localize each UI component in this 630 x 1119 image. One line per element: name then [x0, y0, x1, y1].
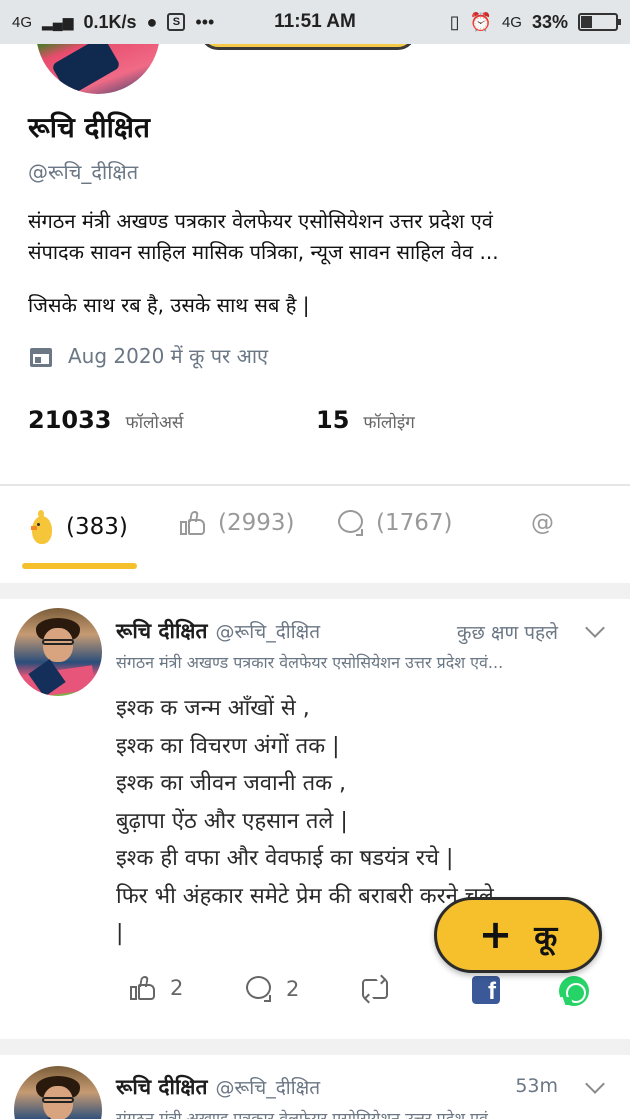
comment-button[interactable]: 2	[246, 976, 299, 1002]
tab-likes[interactable]: (2993)	[180, 510, 294, 536]
whatsapp-share-button[interactable]	[559, 976, 589, 1006]
joined-text: Aug 2020 में कू पर आए	[68, 344, 269, 368]
battery-icon	[578, 13, 621, 31]
whatsapp-icon	[559, 976, 589, 1006]
section-gap	[0, 1039, 630, 1055]
post-author-line[interactable]: रूचि दीक्षित @रूचि_दीक्षित	[116, 617, 320, 645]
bio-line: संपादक सावन साहिल मासिक पत्रिका, न्यूज स…	[28, 240, 499, 264]
koo-post[interactable]: रूचि दीक्षित @रूचि_दीक्षित 53m संगठन मंत…	[0, 1055, 630, 1119]
tab-label: (1767)	[376, 510, 453, 536]
post-line: इश्क ही वफा और वेवफाई का षडयंत्र रचे |	[116, 846, 454, 871]
joined-date: Aug 2020 में कू पर आए	[28, 342, 268, 369]
s-app-icon: S	[167, 13, 186, 31]
signal-bars-icon: ▂▄▆	[42, 13, 74, 30]
active-tab-indicator	[22, 563, 137, 569]
vibrate-icon: ▯	[449, 11, 460, 32]
profile-stats: 21033 फॉलोअर्स 15 फॉलोइंग	[28, 406, 415, 434]
comment-icon	[246, 976, 272, 1002]
facebook-icon: f	[472, 976, 500, 1004]
post-author-bio: संगठन मंत्री अखण्ड पत्रकार वेलफेयर एसोसि…	[116, 653, 504, 672]
plus-icon: +	[478, 912, 513, 958]
tab-label: (383)	[66, 514, 128, 540]
rekoo-icon	[360, 974, 390, 1004]
post-author-handle: @रूचि_दीक्षित	[215, 621, 321, 643]
profile-motto: जिसके साथ रब है, उसके साथ सब है |	[28, 293, 310, 317]
post-line: इश्क का विचरण अंगों तक |	[116, 733, 340, 759]
post-avatar[interactable]	[14, 1066, 102, 1119]
profile-bio[interactable]: संगठन मंत्री अखण्ड पत्रकार वेलफेयर एसोसि…	[28, 206, 603, 268]
post-time: कुछ क्षण पहले	[456, 622, 558, 644]
post-author-bio: संगठन मंत्री अखण्ड पत्रकार वेलफेयर एसोसि…	[116, 1109, 504, 1119]
like-button[interactable]: 2	[130, 976, 183, 1000]
post-actions: 2 2 f	[0, 974, 630, 1016]
compose-label: कू	[534, 919, 558, 955]
tab-mentions[interactable]: @	[531, 510, 554, 536]
post-author-name: रूचि दीक्षित	[116, 619, 208, 643]
message-icon: ●	[146, 11, 158, 32]
facebook-share-button[interactable]: f	[472, 976, 500, 1004]
battery-percent: 33%	[531, 11, 568, 32]
compose-koo-button[interactable]: + कू	[434, 897, 602, 973]
tab-comments[interactable]: (1767)	[338, 510, 452, 536]
comment-count: 2	[286, 977, 300, 1001]
post-line: बुढ़ापा ऐंठ और एहसान तले |	[116, 808, 348, 834]
followers-stat[interactable]: 21033 फॉलोअर्स	[28, 406, 183, 434]
thumbs-up-icon	[130, 976, 156, 1000]
following-label: फॉलोइंग	[363, 413, 415, 433]
following-count: 15	[316, 406, 350, 434]
profile-handle: @रूचि_दीक्षित	[28, 160, 139, 184]
profile-tabs: (383) (2993) (1767) @	[0, 500, 630, 568]
post-author-handle: @रूचि_दीक्षित	[215, 1077, 321, 1099]
chevron-down-icon[interactable]	[585, 618, 605, 638]
calendar-icon	[30, 345, 52, 367]
network-speed: 0.1K/s	[83, 11, 137, 32]
bio-line: संगठन मंत्री अखण्ड पत्रकार वेलफेयर एसोसि…	[28, 209, 493, 233]
more-icon: •••	[195, 11, 215, 32]
tab-koos[interactable]: (383)	[30, 510, 128, 544]
post-author-name: रूचि दीक्षित	[116, 1075, 208, 1099]
mention-icon: @	[531, 510, 554, 536]
chevron-down-icon[interactable]	[585, 1074, 605, 1094]
koo-chick-icon	[30, 510, 54, 544]
followers-count: 21033	[28, 406, 112, 434]
rekoo-button[interactable]	[360, 974, 390, 1004]
post-avatar[interactable]	[14, 608, 102, 696]
tab-label: (2993)	[218, 510, 295, 536]
post-line: इश्क क जन्म आँखों से ,	[116, 696, 310, 721]
followers-label: फॉलोअर्स	[125, 413, 184, 433]
like-count: 2	[170, 976, 184, 1000]
post-author-line[interactable]: रूचि दीक्षित @रूचि_दीक्षित	[116, 1073, 320, 1101]
koo-post[interactable]: रूचि दीक्षित @रूचि_दीक्षित कुछ क्षण पहले…	[0, 599, 630, 1039]
network-type-icon: 4G	[501, 13, 522, 31]
profile-name: रूचि दीक्षित	[28, 111, 150, 144]
status-bar: 4G ▂▄▆ 0.1K/s ● S ••• 11:51 AM ▯ ⏰ 4G 33…	[0, 0, 630, 44]
thumbs-up-icon	[180, 511, 206, 535]
post-time: 53m	[515, 1075, 558, 1097]
section-gap	[0, 583, 630, 599]
post-line: इश्क का जीवन जवानी तक ,	[116, 771, 347, 796]
comment-icon	[338, 510, 364, 536]
signal-icon: 4G	[12, 13, 33, 31]
divider	[0, 484, 630, 486]
alarm-icon: ⏰	[469, 11, 492, 32]
following-stat[interactable]: 15 फॉलोइंग	[316, 406, 415, 434]
